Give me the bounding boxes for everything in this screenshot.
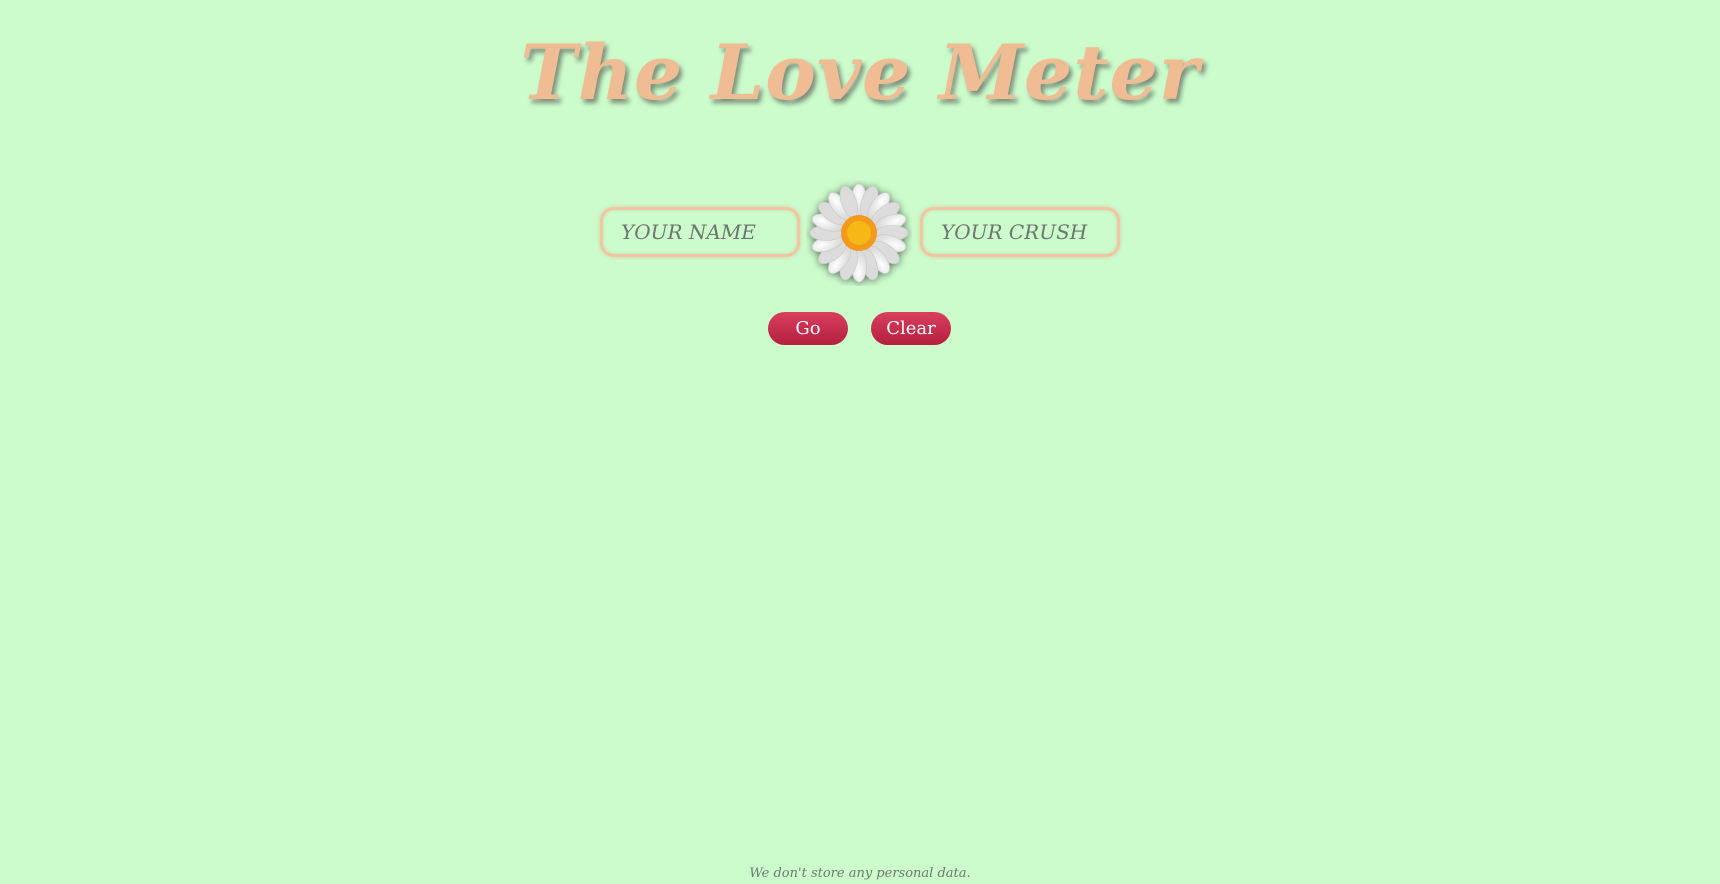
- your-crush-input[interactable]: [920, 207, 1120, 257]
- your-name-input[interactable]: [600, 207, 800, 257]
- go-button[interactable]: Go: [768, 312, 848, 345]
- daisy-graphic: [809, 183, 909, 283]
- page-title: The Love Meter: [520, 28, 1200, 117]
- page: The Love Meter YOUR NAME YOUR CRUSH Go C…: [0, 0, 1720, 884]
- daisy-icon: [806, 180, 912, 286]
- daisy-center: [847, 221, 871, 245]
- privacy-note: We don't store any personal data.: [749, 866, 971, 881]
- clear-button[interactable]: Clear: [871, 312, 951, 345]
